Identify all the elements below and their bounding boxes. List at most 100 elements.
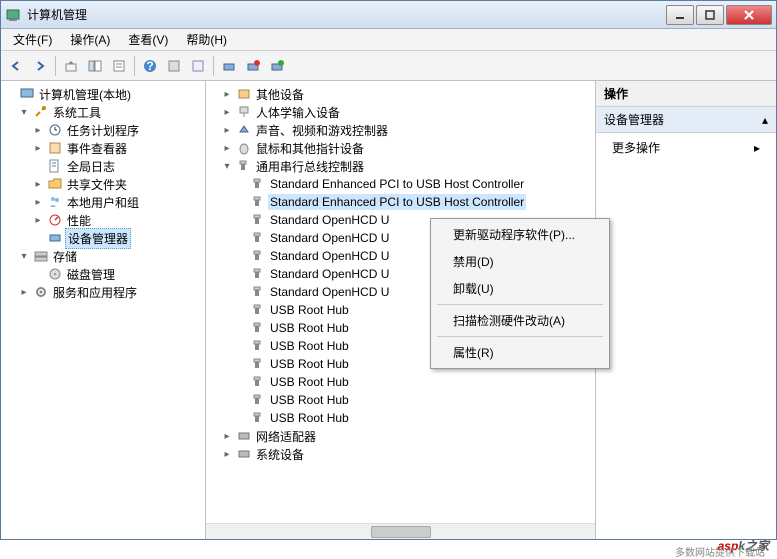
expand-icon[interactable]: ▸ [220, 431, 234, 442]
expand-icon[interactable]: ▸ [31, 143, 45, 154]
device-category-icon [236, 158, 252, 174]
context-menu: 更新驱动程序软件(P)... 禁用(D) 卸载(U) 扫描检测硬件改动(A) 属… [430, 218, 610, 369]
expand-icon[interactable]: ▸ [220, 143, 234, 154]
device-category[interactable]: ▸网络适配器 [220, 427, 595, 445]
usb-controllers-category[interactable]: ▾通用串行总线控制器 [220, 157, 595, 175]
expand-icon[interactable]: ▸ [31, 179, 45, 190]
menu-action[interactable]: 操作(A) [62, 29, 118, 50]
usb-device-item[interactable]: Standard Enhanced PCI to USB Host Contro… [234, 193, 595, 211]
device-category[interactable]: ▸鼠标和其他指针设备 [220, 139, 595, 157]
device-category-icon [250, 374, 266, 390]
device-category-icon [250, 356, 266, 372]
storage-icon [33, 248, 49, 264]
ctx-disable[interactable]: 禁用(D) [433, 248, 607, 275]
scan-hardware-button[interactable] [218, 55, 240, 77]
titlebar: 计算机管理 [1, 1, 776, 29]
ctx-properties[interactable]: 属性(R) [433, 339, 607, 366]
device-category[interactable]: ▸其他设备 [220, 85, 595, 103]
app-window: 计算机管理 文件(F) 操作(A) 查看(V) 帮助(H) ? 计算机管理(本地… [0, 0, 777, 540]
device-category[interactable]: ▸人体学输入设备 [220, 103, 595, 121]
tree-device-manager[interactable]: 设备管理器 [31, 229, 203, 247]
expand-icon[interactable]: ▸ [220, 125, 234, 136]
help-button[interactable]: ? [139, 55, 161, 77]
device-category-icon [250, 302, 266, 318]
maximize-button[interactable] [696, 5, 724, 25]
device-category[interactable]: ▸系统设备 [220, 445, 595, 463]
tree-storage[interactable]: ▾存储 [17, 247, 203, 265]
toolbar: ? [1, 51, 776, 81]
tree-event-viewer[interactable]: ▸事件查看器 [31, 139, 203, 157]
expand-icon[interactable]: ▸ [31, 215, 45, 226]
usb-device-item[interactable]: USB Root Hub [234, 373, 595, 391]
properties-button[interactable] [108, 55, 130, 77]
expand-icon[interactable]: ▸ [31, 197, 45, 208]
usb-device-item[interactable]: USB Root Hub [234, 409, 595, 427]
tree-root[interactable]: 计算机管理(本地) [3, 85, 203, 103]
tree-shared-folders[interactable]: ▸共享文件夹 [31, 175, 203, 193]
show-hide-button[interactable] [84, 55, 106, 77]
collapse-icon[interactable]: ▾ [220, 161, 234, 172]
close-button[interactable] [726, 5, 772, 25]
device-category-icon [236, 428, 252, 444]
tree-performance[interactable]: ▸性能 [31, 211, 203, 229]
toolbar-button-1[interactable] [163, 55, 185, 77]
log-icon [47, 158, 63, 174]
device-category-icon [236, 140, 252, 156]
horizontal-scrollbar[interactable] [206, 523, 595, 539]
usb-device-item[interactable]: USB Root Hub [234, 391, 595, 409]
menu-help[interactable]: 帮助(H) [178, 29, 235, 50]
services-icon [33, 284, 49, 300]
users-icon [47, 194, 63, 210]
device-category-icon [250, 392, 266, 408]
tree-disk-management[interactable]: 磁盘管理 [31, 265, 203, 283]
expand-icon[interactable]: ▸ [220, 449, 234, 460]
device-icon [47, 230, 63, 246]
separator-icon [437, 304, 603, 305]
app-icon [5, 7, 21, 23]
device-category-icon [250, 338, 266, 354]
up-button[interactable] [60, 55, 82, 77]
usb-device-item[interactable]: Standard Enhanced PCI to USB Host Contro… [234, 175, 595, 193]
device-category[interactable]: ▸声音、视频和游戏控制器 [220, 121, 595, 139]
tools-icon [33, 104, 49, 120]
event-icon [47, 140, 63, 156]
tree-services[interactable]: ▸服务和应用程序 [17, 283, 203, 301]
separator-icon [134, 56, 135, 76]
menu-file[interactable]: 文件(F) [5, 29, 60, 50]
expand-icon[interactable]: ▸ [220, 107, 234, 118]
expand-icon[interactable]: ▸ [220, 89, 234, 100]
tree-task-scheduler[interactable]: ▸任务计划程序 [31, 121, 203, 139]
minimize-button[interactable] [666, 5, 694, 25]
expand-icon[interactable]: ▸ [17, 287, 31, 298]
device-category-icon [236, 104, 252, 120]
tree-global-log[interactable]: 全局日志 [31, 157, 203, 175]
ctx-scan-hardware[interactable]: 扫描检测硬件改动(A) [433, 307, 607, 334]
update-driver-button[interactable] [266, 55, 288, 77]
collapse-icon[interactable]: ▾ [17, 251, 31, 262]
watermark-sub: 多数网站提供下载站 [675, 544, 765, 559]
computer-icon [19, 86, 35, 102]
device-category-icon [236, 122, 252, 138]
actions-section[interactable]: 设备管理器 ▴ [596, 107, 776, 133]
device-category-icon [250, 284, 266, 300]
tree-system-tools[interactable]: ▾系统工具 [17, 103, 203, 121]
clock-icon [47, 122, 63, 138]
left-tree-pane: 计算机管理(本地) ▾系统工具 ▸任务计划程序 ▸事件查看器 全局日志 ▸共享文… [1, 81, 206, 539]
more-actions[interactable]: 更多操作 ▸ [596, 133, 776, 162]
device-category-icon [250, 320, 266, 336]
ctx-uninstall[interactable]: 卸载(U) [433, 275, 607, 302]
forward-button[interactable] [29, 55, 51, 77]
toolbar-button-2[interactable] [187, 55, 209, 77]
collapse-arrow-icon: ▴ [762, 113, 768, 127]
tree-local-users[interactable]: ▸本地用户和组 [31, 193, 203, 211]
device-category-icon [250, 230, 266, 246]
separator-icon [213, 56, 214, 76]
uninstall-button[interactable] [242, 55, 264, 77]
back-button[interactable] [5, 55, 27, 77]
ctx-update-driver[interactable]: 更新驱动程序软件(P)... [433, 221, 607, 248]
scrollbar-thumb[interactable] [371, 526, 431, 538]
device-category-icon [236, 446, 252, 462]
menu-view[interactable]: 查看(V) [120, 29, 176, 50]
collapse-icon[interactable]: ▾ [17, 107, 31, 118]
expand-icon[interactable]: ▸ [31, 125, 45, 136]
